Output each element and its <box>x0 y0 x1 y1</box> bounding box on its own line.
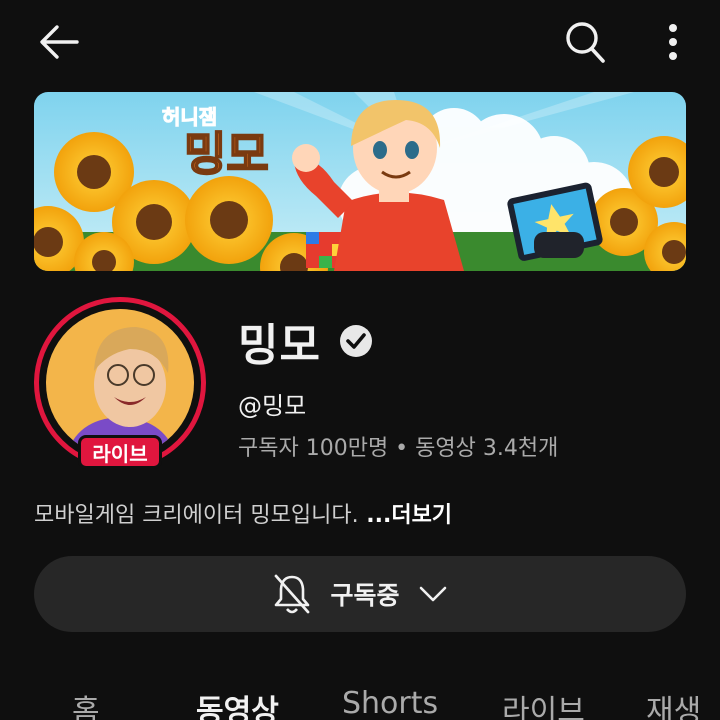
channel-handle: @밍모 <box>238 392 307 420</box>
channel-name: 밍모 <box>238 320 321 371</box>
chevron-down-icon <box>419 586 446 602</box>
channel-tabs: 홈 동영상 Shorts 라이브 재생 <box>0 676 720 720</box>
tab-videos[interactable]: 동영상 <box>196 686 279 720</box>
verified-check-icon <box>339 325 372 357</box>
search-button[interactable] <box>558 16 612 68</box>
bell-off-icon <box>275 574 310 614</box>
live-badge[interactable]: 라이브 <box>78 435 162 469</box>
svg-text:허니잼: 허니잼 <box>162 105 217 129</box>
svg-text:밍모: 밍모 <box>184 127 269 181</box>
top-app-bar <box>0 0 720 84</box>
channel-description[interactable]: 모바일게임 크리에이터 밍모입니다. ...더보기 <box>34 497 452 529</box>
more-options-button[interactable] <box>652 16 694 68</box>
arrow-left-icon <box>40 25 79 59</box>
tab-playlists[interactable]: 재생 <box>646 686 701 720</box>
search-icon <box>566 22 605 63</box>
channel-title-row: 밍모 <box>238 312 373 371</box>
tab-home[interactable]: 홈 <box>72 686 100 720</box>
more-link[interactable]: ...더보기 <box>359 503 452 528</box>
channel-avatar[interactable]: 라이브 <box>34 297 206 469</box>
subscribed-label: 구독중 <box>330 581 400 610</box>
back-button[interactable] <box>30 18 88 66</box>
more-vertical-icon <box>669 24 677 60</box>
description-text: 모바일게임 크리에이터 밍모입니다. <box>34 503 359 528</box>
subscribed-button[interactable]: 구독중 <box>34 556 686 632</box>
channel-stats: 구독자 100만명 • 동영상 3.4천개 <box>238 436 559 461</box>
tab-shorts[interactable]: Shorts <box>342 686 438 720</box>
channel-banner: 허니잼 밍모 <box>34 92 686 271</box>
tab-live[interactable]: 라이브 <box>502 686 585 720</box>
